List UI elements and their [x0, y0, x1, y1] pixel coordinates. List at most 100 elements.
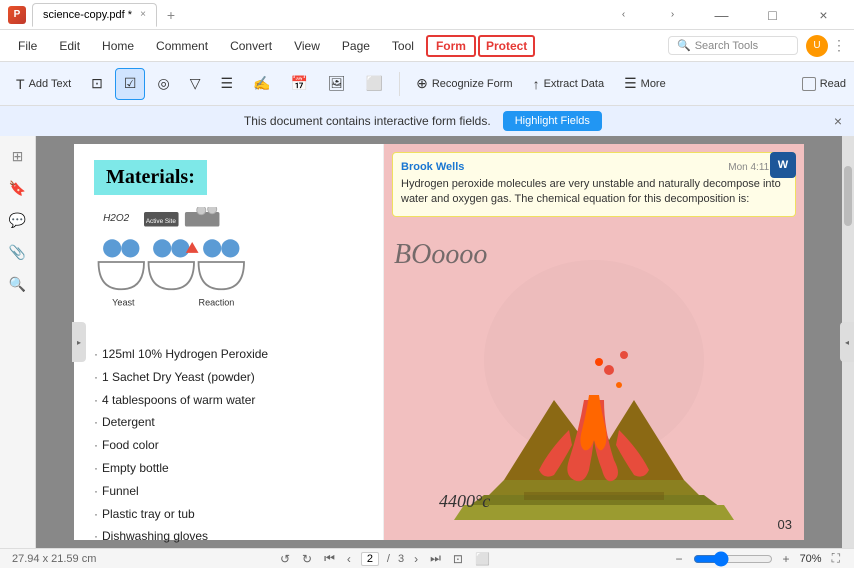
zoom-in-button[interactable]: +	[781, 552, 792, 566]
highlight-fields-button[interactable]: Highlight Fields	[503, 111, 602, 131]
signature-tool-button[interactable]: ✍	[245, 68, 278, 100]
list-item: · 1 Sachet Dry Yeast (powder)	[94, 366, 363, 389]
fullscreen-button[interactable]: ⛶	[830, 551, 842, 566]
materials-list: · 125ml 10% Hydrogen Peroxide · 1 Sachet…	[94, 343, 363, 548]
add-text-button[interactable]: T Add Text	[8, 68, 79, 100]
notification-bar: This document contains interactive form …	[0, 106, 854, 136]
left-sidebar: ⊞ 🔖 💬 📎 🔍	[0, 136, 36, 548]
comment-author: Brook Wells	[401, 161, 464, 173]
select-tool-button[interactable]: ⊡	[83, 68, 111, 100]
fit-width-button[interactable]: ⬜	[473, 552, 492, 566]
read-toggle[interactable]: Read	[802, 77, 846, 91]
menu-home[interactable]: Home	[92, 35, 144, 57]
notification-close-button[interactable]: ×	[834, 113, 842, 129]
page-left: Materials: H2O2 Active Site	[74, 144, 384, 540]
notification-content: This document contains interactive form …	[12, 111, 834, 131]
prev-page-button[interactable]: ‹	[345, 552, 353, 566]
last-page-button[interactable]: ⏭	[428, 551, 443, 566]
listbox-tool-button[interactable]: ☰	[212, 68, 241, 100]
menu-form[interactable]: Form	[426, 35, 476, 57]
sidebar-search-icon[interactable]: 🔍	[6, 272, 30, 296]
add-text-label: Add Text	[29, 78, 72, 90]
comment-text: Hydrogen peroxide molecules are very uns…	[401, 177, 787, 208]
menu-protect[interactable]: Protect	[478, 35, 535, 57]
checkbox-icon: ☑	[124, 75, 137, 92]
fit-page-button[interactable]: ⊡	[451, 552, 465, 566]
maximize-button[interactable]: □	[750, 0, 795, 30]
zoom-out-button[interactable]: −	[674, 552, 685, 566]
current-page-input[interactable]	[361, 552, 379, 566]
back-button[interactable]: ‹	[601, 0, 646, 30]
menu-file[interactable]: File	[8, 35, 47, 57]
signature-icon: ✍	[253, 75, 270, 92]
tab-area: science-copy.pdf * × +	[32, 3, 181, 27]
button-tool-button[interactable]: ⬜	[358, 68, 391, 100]
list-item: · Dishwashing gloves	[94, 525, 363, 548]
date-icon: 📅	[290, 75, 307, 92]
sidebar-pages-icon[interactable]: ⊞	[6, 144, 30, 168]
left-collapse-button[interactable]: ▸	[72, 322, 86, 362]
minimize-button[interactable]: —	[699, 0, 744, 30]
extract-data-button[interactable]: ↑ Extract Data	[525, 68, 613, 100]
dropdown-tool-button[interactable]: ▽	[182, 68, 209, 100]
svg-text:H2O2: H2O2	[103, 213, 130, 224]
status-center: ↺ ↻ ⏮ ‹ / 3 › ⏭ ⊡ ⬜	[278, 551, 492, 566]
word-icon: W	[770, 152, 796, 178]
zoom-slider[interactable]	[693, 551, 773, 567]
form-toolbar: T Add Text ⊡ ☑ ◎ ▽ ☰ ✍ 📅 🖼 ⬜ ⊕ Recognize…	[0, 62, 854, 106]
window-controls: ‹ › — □ ×	[601, 0, 846, 30]
diagram-area: H2O2 Active Site	[94, 207, 363, 327]
more-button[interactable]: ☰ More	[616, 68, 674, 100]
new-tab-button[interactable]: +	[161, 5, 181, 25]
button-icon: ⬜	[366, 75, 383, 92]
comment-box: Brook Wells Mon 4:11 PM Hydrogen peroxid…	[392, 152, 796, 217]
diagram-svg: H2O2 Active Site	[94, 207, 294, 317]
radio-tool-button[interactable]: ◎	[149, 68, 177, 100]
recognize-icon: ⊕	[416, 75, 428, 92]
temperature-label: 4400°c	[439, 491, 490, 512]
list-item: · Detergent	[94, 411, 363, 434]
tab-close-button[interactable]: ×	[140, 9, 146, 20]
main-tab[interactable]: science-copy.pdf * ×	[32, 3, 157, 27]
document-dimensions: 27.94 x 21.59 cm	[12, 553, 96, 565]
read-label: Read	[820, 78, 846, 90]
menu-comment[interactable]: Comment	[146, 35, 218, 57]
menu-view[interactable]: View	[284, 35, 330, 57]
menu-convert[interactable]: Convert	[220, 35, 282, 57]
menu-tool[interactable]: Tool	[382, 35, 424, 57]
list-item: · Food color	[94, 434, 363, 457]
forward-button[interactable]: ›	[650, 0, 695, 30]
page-right: W Brook Wells Mon 4:11 PM Hydrogen perox…	[384, 144, 804, 540]
sidebar-bookmark-icon[interactable]: 🔖	[6, 176, 30, 200]
image-tool-button[interactable]: 🖼	[320, 68, 354, 100]
rotate-right-button[interactable]: ↻	[300, 552, 314, 566]
recognize-form-button[interactable]: ⊕ Recognize Form	[408, 68, 520, 100]
more-label: More	[641, 78, 666, 90]
extract-label: Extract Data	[544, 78, 605, 90]
next-page-button[interactable]: ›	[412, 552, 420, 566]
status-bar: 27.94 x 21.59 cm ↺ ↻ ⏮ ‹ / 3 › ⏭ ⊡ ⬜ − +…	[0, 548, 854, 568]
menu-edit[interactable]: Edit	[49, 35, 90, 57]
page-number: 03	[778, 517, 792, 532]
checkbox-tool-button[interactable]: ☑	[115, 68, 146, 100]
read-checkbox[interactable]	[802, 77, 816, 91]
scrollbar-thumb[interactable]	[844, 166, 852, 226]
svg-text:Active Site: Active Site	[146, 218, 177, 225]
content-area: ▸ Materials: H2O2 Active S	[36, 136, 854, 548]
page-separator: /	[387, 553, 390, 565]
radio-icon: ◎	[157, 75, 169, 92]
search-icon: 🔍	[677, 39, 691, 52]
close-button[interactable]: ×	[801, 0, 846, 30]
select-icon: ⊡	[91, 75, 103, 92]
rotate-left-button[interactable]: ↺	[278, 552, 292, 566]
sidebar-attachment-icon[interactable]: 📎	[6, 240, 30, 264]
menu-page[interactable]: Page	[332, 35, 380, 57]
right-collapse-button[interactable]: ◂	[840, 322, 854, 362]
first-page-button[interactable]: ⏮	[322, 551, 337, 566]
sidebar-comment-icon[interactable]: 💬	[6, 208, 30, 232]
user-avatar-icon[interactable]: U	[806, 35, 828, 57]
date-tool-button[interactable]: 📅	[282, 68, 315, 100]
image-icon: 🖼	[328, 75, 346, 92]
app-icon: P	[8, 6, 26, 24]
pdf-page: Materials: H2O2 Active Site	[74, 144, 804, 540]
